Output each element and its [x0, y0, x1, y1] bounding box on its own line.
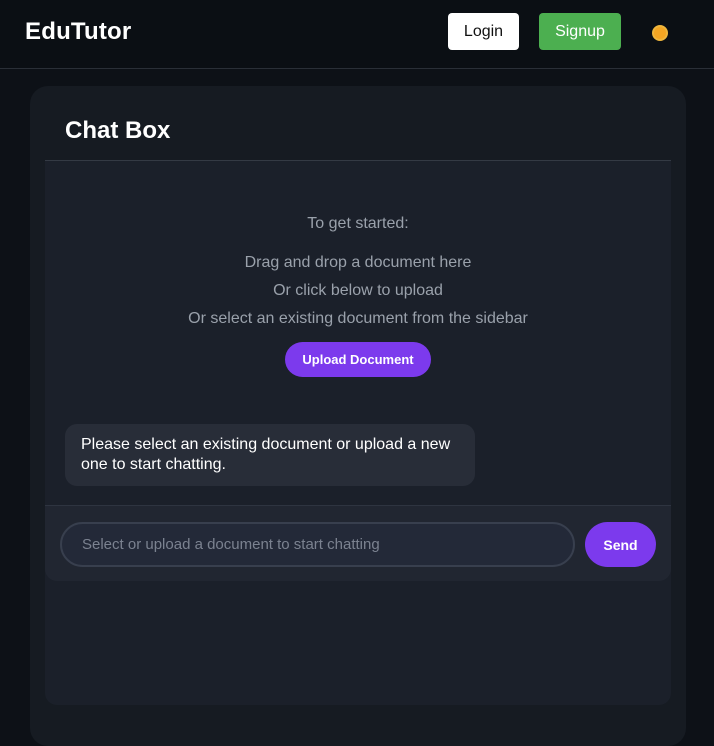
chat-title: Chat Box — [65, 117, 171, 144]
theme-toggle-button[interactable] — [650, 23, 670, 43]
instructions-heading: To get started: — [307, 215, 409, 232]
chat-input[interactable] — [60, 522, 575, 567]
login-button[interactable]: Login — [448, 13, 519, 50]
instruction-line: Or select an existing document from the … — [188, 310, 528, 327]
send-button[interactable]: Send — [585, 522, 656, 567]
brand-logo[interactable]: EduTutor — [25, 18, 131, 46]
chat-messages-area[interactable]: To get started: Drag and drop a document… — [45, 160, 671, 705]
chat-input-bar: Send — [45, 505, 671, 581]
chat-card: Chat Box To get started: Drag and drop a… — [30, 86, 686, 746]
sun-icon — [654, 27, 666, 39]
system-message-bubble: Please select an existing document or up… — [65, 424, 475, 486]
upload-instructions: To get started: Drag and drop a document… — [45, 213, 671, 333]
upload-document-button[interactable]: Upload Document — [285, 342, 431, 377]
top-navbar: EduTutor Login Signup — [0, 0, 714, 69]
instruction-line: Or click below to upload — [273, 282, 443, 299]
instruction-line: Drag and drop a document here — [244, 254, 472, 271]
signup-button[interactable]: Signup — [539, 13, 621, 50]
